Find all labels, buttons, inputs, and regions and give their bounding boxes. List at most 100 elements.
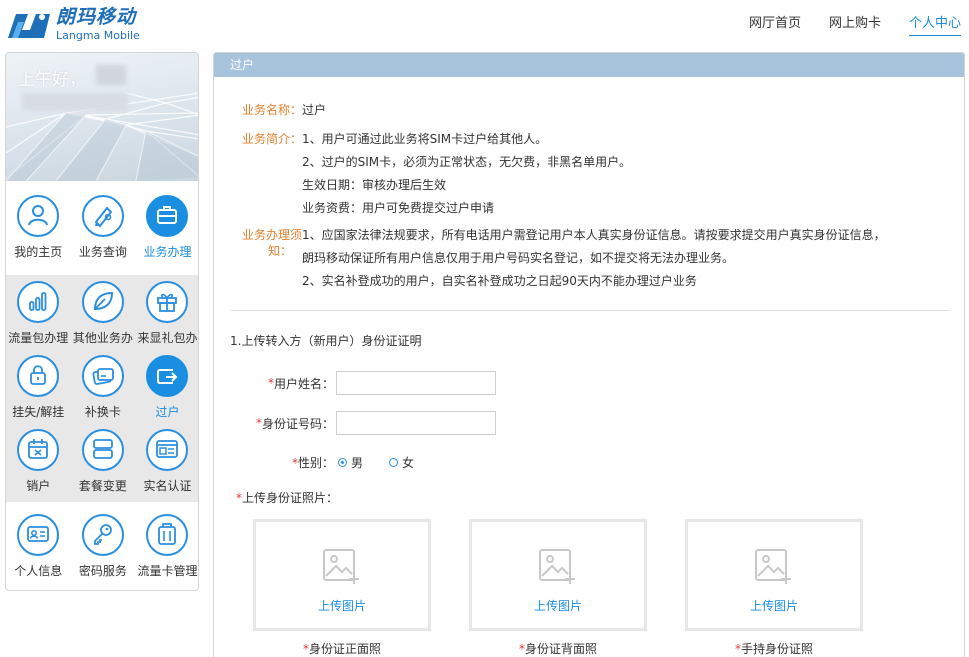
upload-handheld-photo[interactable]: 上传图片: [685, 519, 863, 631]
menu-label: 密码服务: [78, 564, 127, 578]
blurred-account-info: [22, 93, 128, 111]
nav-home[interactable]: 网厅首页: [749, 12, 801, 36]
name-label: 用户姓名：: [274, 376, 335, 391]
calendar-x-icon: [25, 436, 51, 465]
top-header: 朗玛移动 Langma Mobile 网厅首页 网上购卡 个人中心: [0, 0, 969, 44]
menu-label: 流量卡管理: [137, 564, 198, 578]
name-field-row: * 用户姓名：: [268, 371, 497, 395]
service-submenu-grid: 流量包办理 其他业务办 来显礼包办 挂失/解挂 补换卡 过户 销户 套餐变更 实…: [6, 275, 198, 502]
image-add-icon: [322, 548, 362, 589]
submenu-label: 来显礼包办: [137, 331, 198, 345]
intro-line: 生效日期：审核办理后生效: [302, 178, 447, 192]
back-photo-caption: *身份证背面照: [469, 640, 647, 657]
front-photo-caption: *身份证正面照: [253, 640, 431, 657]
pen-icon: [90, 202, 116, 231]
logo-mark-icon: [6, 8, 52, 40]
menu-my-home[interactable]: 我的主页: [6, 189, 71, 263]
package-icon: [90, 436, 116, 465]
nav-personal-center[interactable]: 个人中心: [908, 12, 961, 36]
user-icon: [25, 202, 51, 231]
main-menu-grid: 我的主页 业务查询 业务办理: [6, 189, 198, 263]
service-name-label: 业务名称：: [241, 103, 302, 117]
menu-label: 业务办理: [143, 245, 192, 259]
menu-service-query[interactable]: 业务查询: [71, 189, 136, 263]
handheld-photo-caption: *手持身份证照: [685, 640, 863, 657]
transfer-icon: [154, 362, 180, 391]
submenu-label: 销户: [26, 479, 51, 493]
intro-line: 2、过户的SIM卡，必须为正常状态，无欠费，非黑名单用户。: [302, 155, 632, 169]
submenu-label: 过户: [155, 405, 180, 419]
service-info: 业务名称： 过户 业务简介： 1、用户可通过此业务将SIM卡过户给其他人。 2、…: [240, 99, 940, 293]
menu-label: 我的主页: [14, 245, 63, 259]
submenu-plan-change[interactable]: 套餐变更: [71, 423, 136, 497]
caption-text: 身份证背面照: [524, 642, 597, 656]
submenu-transfer[interactable]: 过户: [135, 349, 198, 423]
submenu-other-services[interactable]: 其他业务办: [71, 275, 136, 349]
submenu-real-name-auth[interactable]: 实名认证: [135, 423, 198, 497]
transfer-panel: 过户 业务名称： 过户 业务简介： 1、用户可通过此业务将SIM卡过户给其他人。…: [213, 52, 965, 657]
sidebar-hero: 上午好，: [6, 53, 198, 181]
upload-image-link[interactable]: 上传图片: [318, 597, 366, 614]
user-name-input[interactable]: [336, 371, 497, 395]
logo-cn-text: 朗玛移动: [56, 5, 137, 28]
submenu-data-package[interactable]: 流量包办理: [6, 275, 71, 349]
image-add-icon: [538, 548, 578, 589]
menu-service-handling[interactable]: 业务办理: [135, 189, 198, 263]
submenu-label: 挂失/解挂: [12, 405, 65, 419]
notice-line: 1、应国家法律法规要求，所有电话用户需登记用户本人真实身份证信息。请按要求提交用…: [302, 228, 886, 242]
blurred-username: [96, 65, 126, 85]
logo-en-text: Langma Mobile: [56, 28, 140, 42]
section-divider: [230, 310, 950, 311]
upload-back-photo[interactable]: 上传图片: [469, 519, 647, 631]
upload-image-link[interactable]: 上传图片: [750, 597, 798, 614]
caption-text: 身份证正面照: [308, 642, 381, 656]
notice-line: 朗玛移动保证所有用户信息仅用于用户号码实名登记，如不提交将无法办理业务。: [302, 251, 735, 265]
account-menu-grid: 个人信息 密码服务 流量卡管理: [6, 508, 198, 582]
service-intro-label: 业务简介：: [241, 132, 302, 146]
photo-label-row: * 上传身份证照片：: [236, 489, 338, 506]
image-add-icon: [754, 548, 794, 589]
gender-female-radio[interactable]: 女: [389, 454, 414, 471]
gender-field-row: * 性别： 男 女: [292, 454, 414, 471]
gift-icon: [154, 288, 180, 317]
photo-upload-label: 上传身份证照片：: [242, 491, 339, 505]
menu-password-service[interactable]: 密码服务: [71, 508, 136, 582]
id-card-icon: [25, 521, 51, 550]
submenu-replace-card[interactable]: 补换卡: [71, 349, 136, 423]
service-name-value: 过户: [302, 103, 327, 117]
menu-label: 业务查询: [78, 245, 127, 259]
submenu-cancel-account[interactable]: 销户: [6, 423, 71, 497]
id-number-input[interactable]: [336, 411, 497, 435]
sidebar: 上午好， 我的主页 业务查询 业务办理 流量包办理 其他业务办 来显礼包办 挂失…: [5, 52, 199, 591]
top-nav: 网厅首页 网上购卡 个人中心: [721, 12, 961, 36]
briefcase-icon: [154, 202, 180, 231]
id-window-icon: [154, 436, 180, 465]
upload-image-link[interactable]: 上传图片: [534, 597, 582, 614]
submenu-label: 实名认证: [143, 479, 192, 493]
leaf-icon: [90, 288, 116, 317]
nav-buy-card[interactable]: 网上购卡: [829, 12, 881, 36]
gender-label: 性别：: [298, 456, 335, 470]
upload-front-photo[interactable]: 上传图片: [253, 519, 431, 631]
lock-icon: [25, 362, 51, 391]
menu-label: 个人信息: [14, 564, 63, 578]
gender-male-radio[interactable]: 男: [338, 454, 363, 471]
menu-personal-info[interactable]: 个人信息: [6, 508, 71, 582]
notice-label-line: 业务办理须: [241, 228, 302, 242]
intro-line: 1、用户可通过此业务将SIM卡过户给其他人。: [302, 132, 548, 146]
notice-label-line: 知：: [267, 244, 292, 258]
submenu-caller-id-gift[interactable]: 来显礼包办: [135, 275, 198, 349]
notice-line: 2、实名补登成功的用户，自实名补登成功之日起90天内不能办理过户业务: [302, 274, 697, 288]
upload-section-title: 1.上传转入方（新用户）身份证证明: [230, 334, 422, 348]
gender-female-label: 女: [402, 456, 415, 470]
logo[interactable]: 朗玛移动 Langma Mobile: [6, 6, 146, 42]
card-icon: [90, 362, 116, 391]
menu-data-card-management[interactable]: 流量卡管理: [135, 508, 198, 582]
submenu-label: 流量包办理: [8, 331, 69, 345]
sim-icon: [154, 521, 180, 550]
id-number-label: 身份证号码：: [262, 416, 335, 431]
bars-icon: [25, 288, 51, 317]
id-field-row: * 身份证号码：: [256, 411, 497, 435]
submenu-report-loss[interactable]: 挂失/解挂: [6, 349, 71, 423]
submenu-label: 套餐变更: [78, 479, 127, 493]
